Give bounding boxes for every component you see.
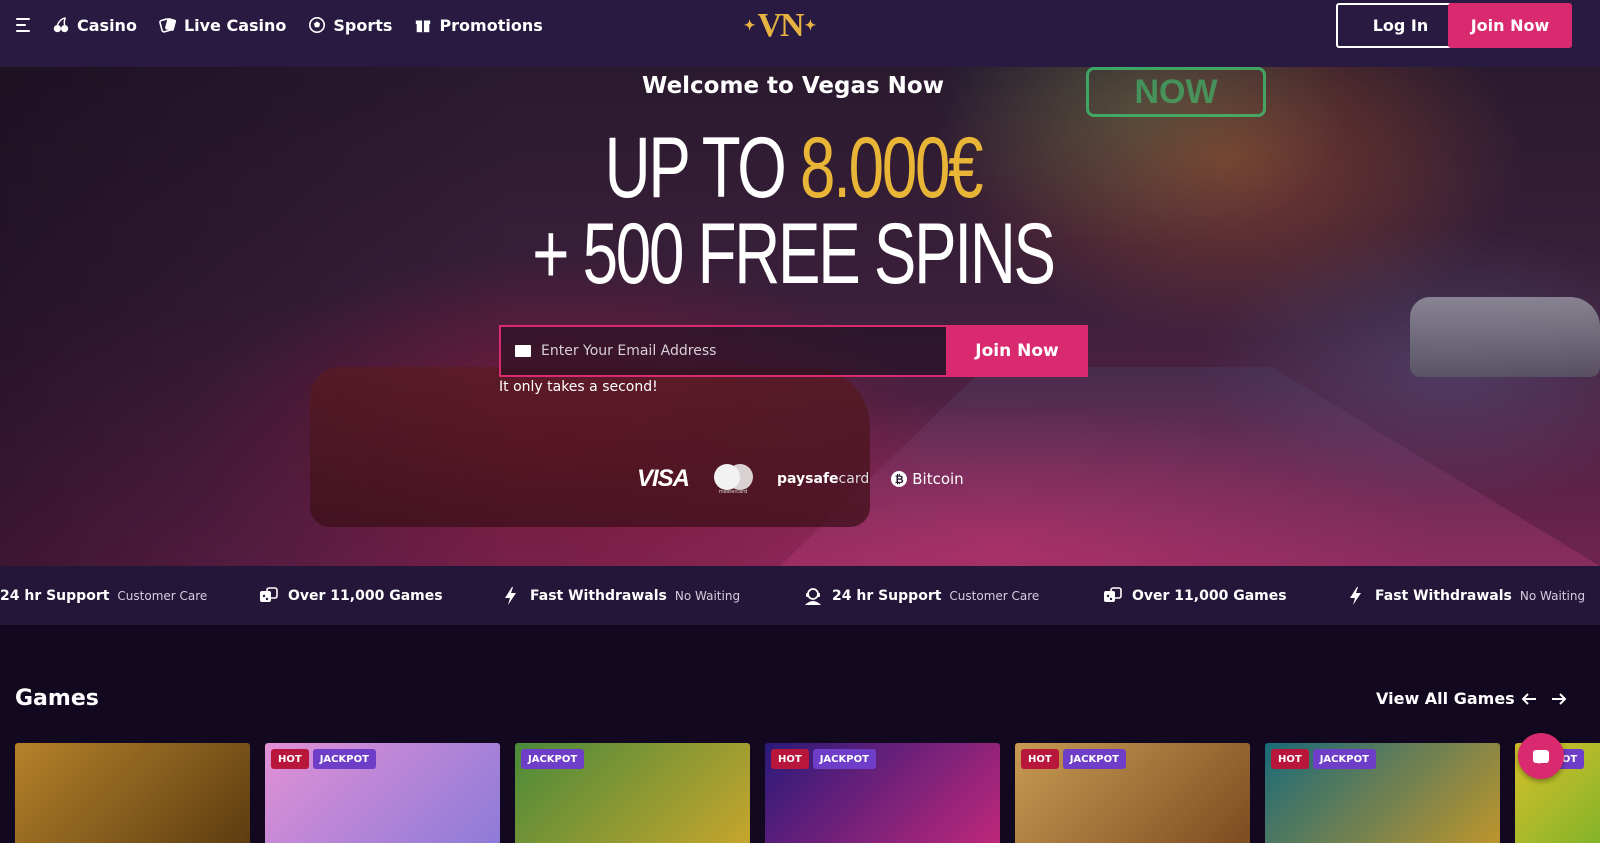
dice-icon	[260, 586, 278, 602]
arrow-left-icon[interactable]	[1518, 688, 1540, 710]
hero-free-spins: + 500 FREE SPINS	[532, 206, 1056, 302]
bitcoin-label: Bitcoin	[912, 470, 964, 488]
nav-label: Promotions	[439, 15, 543, 35]
features-strip: 24 hr Support Customer Care Over 11,000 …	[0, 566, 1600, 625]
cherries-icon	[53, 17, 69, 33]
signup-hint: It only takes a second!	[499, 379, 658, 395]
top-navbar: Casino Live Casino Sports Promotions ✦ VN…	[0, 0, 1600, 67]
paysafecard-light: card	[838, 471, 870, 487]
hero-bonus-amount: 8.000€	[800, 120, 984, 216]
feature-subtitle: Customer Care	[949, 588, 1040, 603]
hot-badge: HOT	[271, 749, 309, 769]
paysafecard-bold: paysafe	[777, 471, 839, 487]
login-button[interactable]: Log In	[1336, 3, 1465, 48]
hero-banner: NOW Welcome to Vegas Now UP TO 8.000€ + …	[0, 67, 1600, 566]
nav-item-casino[interactable]: Casino	[52, 14, 137, 36]
game-card[interactable]: HOT JACKPOT	[1015, 743, 1250, 843]
hero-bonus-prefix: UP TO	[604, 120, 801, 216]
main-nav: Casino Live Casino Sports Promotions	[52, 14, 543, 36]
feature-subtitle: No Waiting	[674, 588, 741, 603]
games-carousel: HOT JACKPOT JACKPOT HOT JACKPOT HOT JACKPOT HOT…	[15, 743, 1600, 843]
logo-text: VN	[757, 7, 804, 44]
hamburger-icon[interactable]	[16, 18, 34, 32]
feature-item: 24 hr Support Customer Care	[802, 566, 1039, 625]
hot-badge: HOT	[1021, 749, 1059, 769]
signup-form: Join Now	[499, 325, 1088, 377]
mastercard-logo: mastercard	[711, 464, 755, 495]
join-now-button[interactable]: Join Now	[1448, 3, 1572, 48]
soccer-ball-icon	[309, 16, 326, 34]
email-field-wrapper	[499, 325, 946, 377]
game-card[interactable]: HOT JACKPOT	[265, 743, 500, 843]
game-badges: HOT JACKPOT	[771, 749, 876, 769]
email-field[interactable]	[501, 327, 946, 375]
feature-title: 24 hr Support	[832, 587, 942, 604]
feature-item: Fast Withdrawals No Waiting	[1345, 566, 1585, 625]
nav-label: Casino	[77, 15, 137, 35]
game-card[interactable]	[15, 743, 250, 843]
feature-subtitle: No Waiting	[1519, 588, 1586, 603]
feature-item: Over 11,000 Games	[258, 566, 451, 625]
game-badges: HOT JACKPOT	[1021, 749, 1126, 769]
jackpot-badge: JACKPOT	[521, 749, 585, 769]
feature-title: Fast Withdrawals	[1375, 587, 1512, 604]
paysafecard-logo: paysafecard	[777, 471, 869, 487]
support-agent-icon	[805, 587, 821, 605]
jackpot-badge: JACKPOT	[1062, 749, 1126, 769]
chat-button[interactable]	[1518, 733, 1564, 779]
hot-badge: HOT	[1271, 749, 1309, 769]
bitcoin-icon: ₿	[891, 471, 908, 487]
lightning-icon	[505, 586, 516, 605]
arrow-right-icon[interactable]	[1548, 688, 1570, 710]
hero-welcome-text: Welcome to Vegas Now	[642, 73, 944, 99]
bitcoin-logo: ₿ Bitcoin	[891, 470, 964, 488]
nav-item-live-casino[interactable]: Live Casino	[159, 14, 286, 36]
feature-item: Over 11,000 Games	[1102, 566, 1295, 625]
game-badges: HOT JACKPOT	[1271, 749, 1376, 769]
nav-item-sports[interactable]: Sports	[308, 14, 392, 36]
gift-icon	[416, 20, 431, 33]
view-all-games-link[interactable]: View All Games	[1376, 689, 1515, 708]
visa-logo: VISA	[637, 465, 690, 492]
hero-bonus-headline: UP TO 8.000€	[206, 123, 1380, 213]
hot-badge: HOT	[771, 749, 809, 769]
games-section-title: Games	[15, 686, 99, 711]
game-card[interactable]: JACKPOT	[515, 743, 750, 843]
feature-title: 24 hr Support	[0, 587, 110, 604]
hero-car-image	[1410, 297, 1600, 377]
game-thumbnail	[15, 743, 250, 843]
game-card[interactable]: HOT JACKPOT	[1265, 743, 1500, 843]
jackpot-badge: JACKPOT	[312, 749, 376, 769]
envelope-icon	[515, 345, 531, 357]
cards-icon	[159, 18, 176, 33]
nav-item-promotions[interactable]: Promotions	[414, 14, 543, 36]
feature-item: 24 hr Support Customer Care	[0, 566, 207, 625]
dice-icon	[1104, 586, 1122, 602]
mastercard-label: mastercard	[718, 489, 748, 495]
nav-label: Sports	[333, 15, 393, 35]
chat-icon	[1533, 749, 1549, 764]
jackpot-badge: JACKPOT	[1312, 749, 1376, 769]
hero-join-now-button[interactable]: Join Now	[946, 325, 1088, 377]
game-badges: JACKPOT	[521, 749, 585, 769]
payment-methods: VISA mastercard paysafecard ₿ Bitcoin	[637, 463, 964, 495]
feature-subtitle: Customer Care	[117, 588, 208, 603]
brand-logo[interactable]: ✦ VN ✦	[740, 6, 820, 46]
nav-label: Live Casino	[183, 15, 287, 35]
game-badges: HOT JACKPOT	[271, 749, 376, 769]
lightning-icon	[1350, 586, 1361, 605]
game-card[interactable]: HOT JACKPOT	[765, 743, 1000, 843]
feature-title: Over 11,000 Games	[1132, 587, 1287, 604]
feature-title: Fast Withdrawals	[530, 587, 667, 604]
feature-item: Fast Withdrawals No Waiting	[500, 566, 740, 625]
feature-title: Over 11,000 Games	[288, 587, 443, 604]
jackpot-badge: JACKPOT	[812, 749, 876, 769]
